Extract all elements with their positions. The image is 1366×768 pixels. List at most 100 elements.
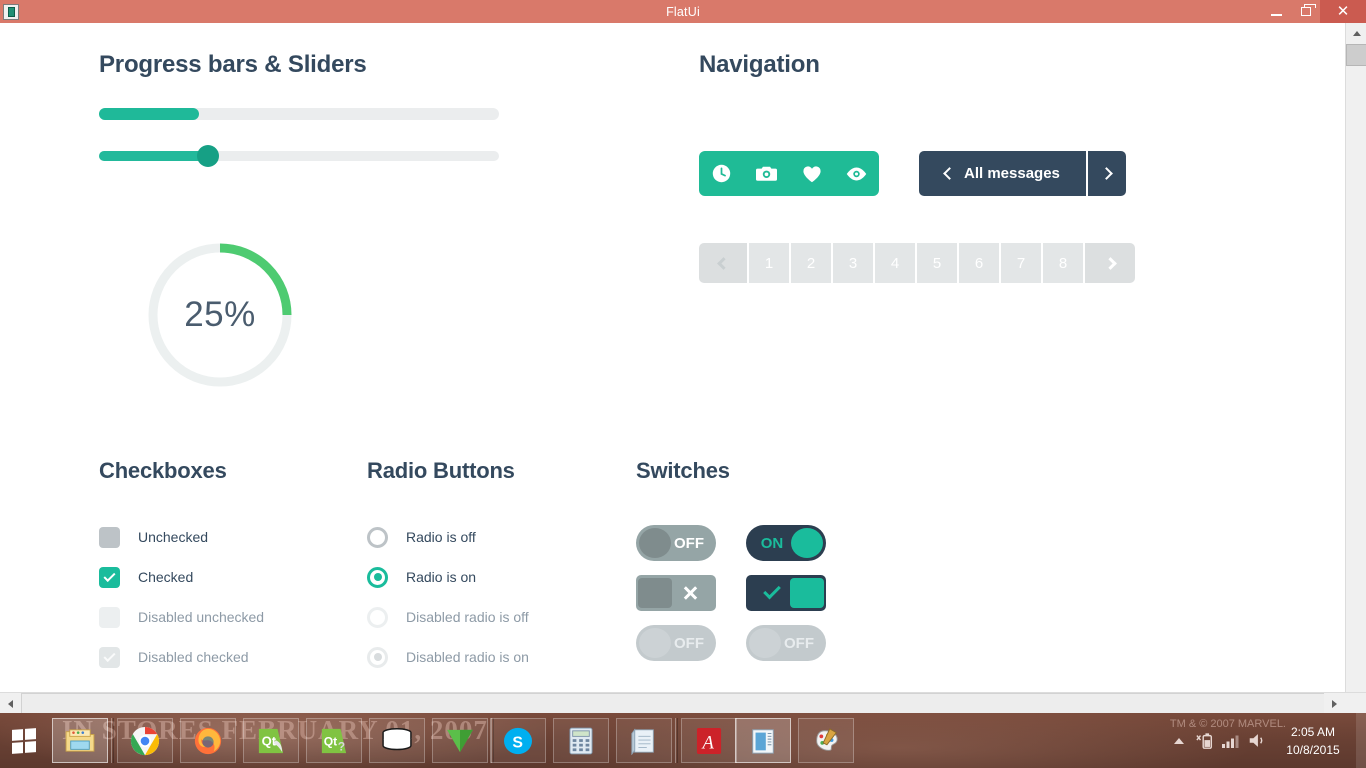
switch-square-off[interactable] bbox=[636, 575, 716, 611]
windows-logo-icon bbox=[12, 727, 36, 754]
taskbar-file-explorer[interactable] bbox=[52, 718, 108, 763]
taskbar-google-chrome[interactable] bbox=[117, 718, 173, 763]
slider-handle[interactable] bbox=[197, 145, 219, 167]
window-controls: ✕ bbox=[1262, 0, 1366, 23]
qt-app-icon[interactable] bbox=[3, 3, 19, 20]
adobe-reader-icon: A bbox=[696, 727, 722, 754]
checkbox-row-checked[interactable]: Checked bbox=[99, 557, 264, 597]
horizontal-scrollbar-thumb[interactable] bbox=[21, 693, 1328, 714]
notepad-icon bbox=[631, 727, 654, 755]
taskbar-separator bbox=[111, 718, 114, 763]
icon-button-group bbox=[699, 151, 879, 196]
network-signal-icon[interactable] bbox=[1218, 713, 1244, 768]
radio-row-off[interactable]: Radio is off bbox=[367, 517, 529, 557]
slider[interactable] bbox=[99, 145, 499, 167]
pagination-page-3[interactable]: 3 bbox=[833, 243, 875, 283]
clock-time: 2:05 AM bbox=[1290, 724, 1336, 739]
pagination-page-6[interactable]: 6 bbox=[959, 243, 1001, 283]
svg-text:A: A bbox=[701, 732, 715, 753]
checkbox-label: Unchecked bbox=[138, 529, 209, 545]
progress-section-heading: Progress bars & Sliders bbox=[99, 51, 367, 78]
switch-off[interactable]: OFF bbox=[636, 525, 716, 561]
radio-disabled-on-icon bbox=[367, 646, 388, 668]
scroll-up-button[interactable] bbox=[1346, 23, 1366, 44]
pagination-page-4[interactable]: 4 bbox=[875, 243, 917, 283]
chevron-left-icon bbox=[943, 167, 956, 180]
taskbar-paint[interactable] bbox=[798, 718, 854, 763]
pagination-next-button[interactable] bbox=[1085, 243, 1135, 283]
scroll-right-button[interactable] bbox=[1324, 693, 1345, 714]
pagination-page-8[interactable]: 8 bbox=[1043, 243, 1085, 283]
svg-text:Qt: Qt bbox=[324, 734, 337, 748]
radio-buttons-heading: Radio Buttons bbox=[367, 458, 515, 483]
switch-off-label: OFF bbox=[674, 534, 704, 552]
vertical-scrollbar-thumb[interactable] bbox=[1346, 44, 1366, 66]
vertical-scrollbar[interactable] bbox=[1345, 23, 1366, 713]
pagination-page-5[interactable]: 5 bbox=[917, 243, 959, 283]
eye-icon[interactable] bbox=[842, 161, 872, 187]
pagination-prev-button[interactable] bbox=[699, 243, 749, 283]
minimize-button[interactable] bbox=[1262, 0, 1291, 23]
switch-disabled-label: OFF bbox=[784, 634, 814, 652]
camera-icon[interactable] bbox=[752, 161, 782, 187]
clock-date: 10/8/2015 bbox=[1286, 742, 1340, 757]
taskbar-qt-creator[interactable]: Qt bbox=[243, 718, 299, 763]
taskbar-adobe-reader[interactable]: A bbox=[681, 718, 737, 763]
scroll-left-button[interactable] bbox=[0, 693, 21, 714]
clock-icon[interactable] bbox=[707, 161, 737, 187]
switch-disabled-off-a: OFF bbox=[636, 625, 716, 661]
radio-row-on[interactable]: Radio is on bbox=[367, 557, 529, 597]
close-button[interactable]: ✕ bbox=[1320, 0, 1366, 23]
taskbar-calculator[interactable] bbox=[553, 718, 609, 763]
radio-on-icon[interactable] bbox=[367, 566, 388, 588]
firefox-icon bbox=[194, 727, 222, 754]
radio-label: Disabled radio is on bbox=[406, 649, 529, 665]
svg-text:Qt: Qt bbox=[262, 733, 277, 748]
checkbox-row-unchecked[interactable]: Unchecked bbox=[99, 517, 264, 557]
start-button[interactable] bbox=[0, 713, 48, 768]
taskbar-firefox[interactable] bbox=[180, 718, 236, 763]
paint-palette-icon bbox=[816, 727, 838, 751]
speaker-icon[interactable] bbox=[1244, 713, 1270, 768]
all-messages-main[interactable]: All messages bbox=[919, 151, 1086, 196]
taskbar-clock[interactable]: 2:05 AM 10/8/2015 bbox=[1270, 713, 1356, 768]
taskbar-document-viewer[interactable] bbox=[735, 718, 791, 763]
pagination-page-1[interactable]: 1 bbox=[749, 243, 791, 283]
switch-square-on[interactable] bbox=[746, 575, 826, 611]
taskbar-green-triangle[interactable] bbox=[432, 718, 488, 763]
heart-icon[interactable] bbox=[797, 161, 827, 187]
taskbar-notepad[interactable] bbox=[616, 718, 672, 763]
pagination-page-7[interactable]: 7 bbox=[1001, 243, 1043, 283]
skype-icon: S bbox=[504, 727, 532, 754]
taskbar-skype[interactable]: S bbox=[490, 718, 546, 763]
window-titlebar[interactable]: FlatUi ✕ bbox=[0, 0, 1366, 23]
horizontal-scrollbar[interactable] bbox=[0, 692, 1366, 714]
radio-off-icon[interactable] bbox=[367, 526, 388, 548]
calculator-icon bbox=[569, 727, 593, 754]
taskbar-qt-assistant[interactable]: Qt ? bbox=[306, 718, 362, 763]
battery-icon[interactable] bbox=[1192, 713, 1218, 768]
close-icon: ✕ bbox=[1336, 3, 1350, 20]
switch-disabled-off-b: OFF bbox=[746, 625, 826, 661]
windows-taskbar: IN STORES FEBRUARY 01, 2007 TM & © 2007 … bbox=[0, 713, 1366, 768]
chevron-right-icon bbox=[1103, 256, 1117, 270]
switch-on[interactable]: ON bbox=[746, 525, 826, 561]
client-area: Progress bars & Sliders 25% Navigation A… bbox=[0, 23, 1366, 713]
triangle-icon bbox=[447, 729, 473, 752]
chevron-right-icon bbox=[1100, 167, 1114, 180]
check-icon bbox=[763, 581, 781, 600]
pagination-page-2[interactable]: 2 bbox=[791, 243, 833, 283]
progress-bar bbox=[99, 108, 499, 120]
show-desktop-button[interactable] bbox=[1356, 713, 1366, 768]
checkbox-checked-icon[interactable] bbox=[99, 566, 120, 588]
all-messages-next-button[interactable] bbox=[1085, 151, 1126, 196]
all-messages-button[interactable]: All messages bbox=[919, 151, 1126, 196]
all-messages-label: All messages bbox=[964, 165, 1060, 182]
taskbar-database[interactable] bbox=[369, 718, 425, 763]
checkbox-unchecked-icon[interactable] bbox=[99, 526, 120, 548]
checkboxes-heading: Checkboxes bbox=[99, 458, 227, 483]
restore-button[interactable] bbox=[1291, 0, 1320, 23]
system-tray: 2:05 AM 10/8/2015 bbox=[1166, 713, 1366, 768]
show-hidden-icons[interactable] bbox=[1166, 713, 1192, 768]
checkbox-label: Checked bbox=[138, 569, 194, 585]
